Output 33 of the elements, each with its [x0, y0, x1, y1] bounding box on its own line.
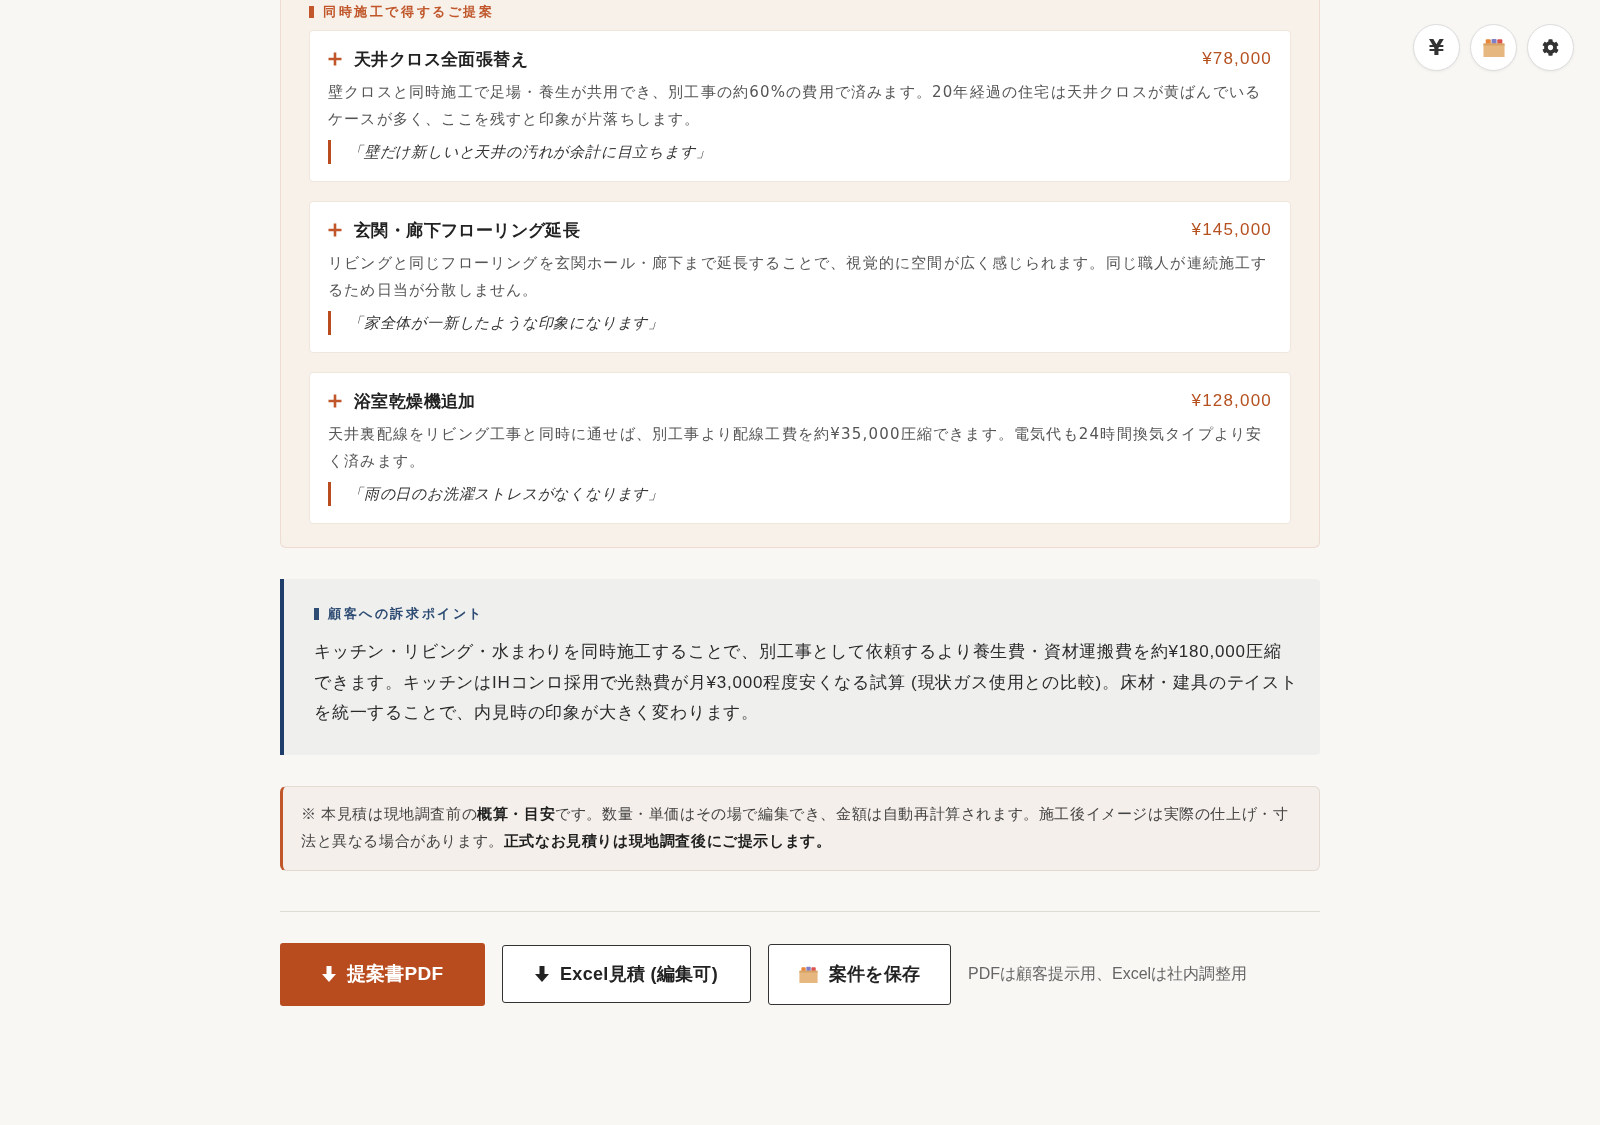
heading-bar-icon	[314, 608, 319, 620]
pdf-download-button[interactable]: 提案書PDF	[280, 942, 485, 1006]
plus-icon	[328, 52, 342, 66]
appeal-text: キッチン・リビング・水まわりを同時施工することで、別工事として依頼するより養生費・資材運搬費を約¥180,000圧縮できます。キッチンはIHコンロ採用で光熱費が月¥3,000程度安くなる試算 (現状ガス使用との比較)。床材・建具のテイストを統一することで、内見時の印象が大きく変わります。	[314, 641, 1299, 725]
suggestion-title: 天井クロス全面張替え	[354, 48, 528, 71]
quote-text: 「雨の日のお洗濯ストレスがなくなります」	[328, 482, 664, 506]
description-text: リビングと同じフローリングを玄関ホール・廊下まで延長することで、視覚的に空間が広く感じられます。同じ職人が連続施工するため日当が分散しません。	[328, 253, 1269, 301]
download-arrow-icon	[535, 966, 550, 983]
suggestion-title: 浴室乾燥機追加	[354, 390, 476, 413]
storage-button[interactable]	[1470, 24, 1517, 71]
note-text: PDFは顧客提示用、Excelは社内調整用	[968, 963, 1248, 984]
description-text: 天井裏配線をリビング工事と同時に通せば、別工事より配線工費を約¥35,000圧縮できます。電気代も24時間換気タイプより安く済みます。	[328, 424, 1264, 472]
yen-button[interactable]: ¥	[1413, 24, 1460, 71]
section-title: 同時施工で得するご提案	[323, 4, 495, 20]
suggestion-title: 玄関・廊下フローリング延長	[354, 219, 581, 242]
price-text: ¥78,000	[1202, 49, 1272, 69]
quote-text: 「壁だけ新しいと天井の汚れが余計に目立ちます」	[328, 140, 712, 164]
plus-icon	[328, 223, 342, 237]
heading-bar-icon	[309, 6, 314, 18]
appeal-title: 顧客への訴求ポイント	[328, 606, 484, 622]
save-button[interactable]: 案件を保存	[768, 943, 951, 1005]
quote-text: 「家全体が一新したような印象になります」	[328, 311, 664, 335]
excel-download-button[interactable]: Excel見積 (編集可)	[502, 945, 751, 1004]
file-box-icon	[1482, 37, 1505, 58]
description-text: 壁クロスと同時施工で足場・養生が共用でき、別工事の約60%の費用で済みます。20年経過の住宅は天井クロスが黄ばんでいるケースが多く、ここを残すと印象が片落ちします。	[328, 82, 1263, 130]
settings-icon	[1542, 39, 1559, 56]
settings-button[interactable]	[1527, 24, 1574, 71]
notice-text: ※ 本見積は現地調査前の概算・目安です。数量・単価はその場で編集でき、金額は自動再計算されます。施工後イメージは実際の仕上げ・寸法と異なる場合があります。正式なお見積りは現地調査後にご提示します。	[301, 804, 1290, 852]
download-arrow-icon	[321, 966, 336, 983]
plus-icon	[328, 394, 342, 408]
file-box-icon	[798, 965, 818, 983]
price-text: ¥128,000	[1191, 391, 1272, 411]
price-text: ¥145,000	[1191, 220, 1272, 240]
